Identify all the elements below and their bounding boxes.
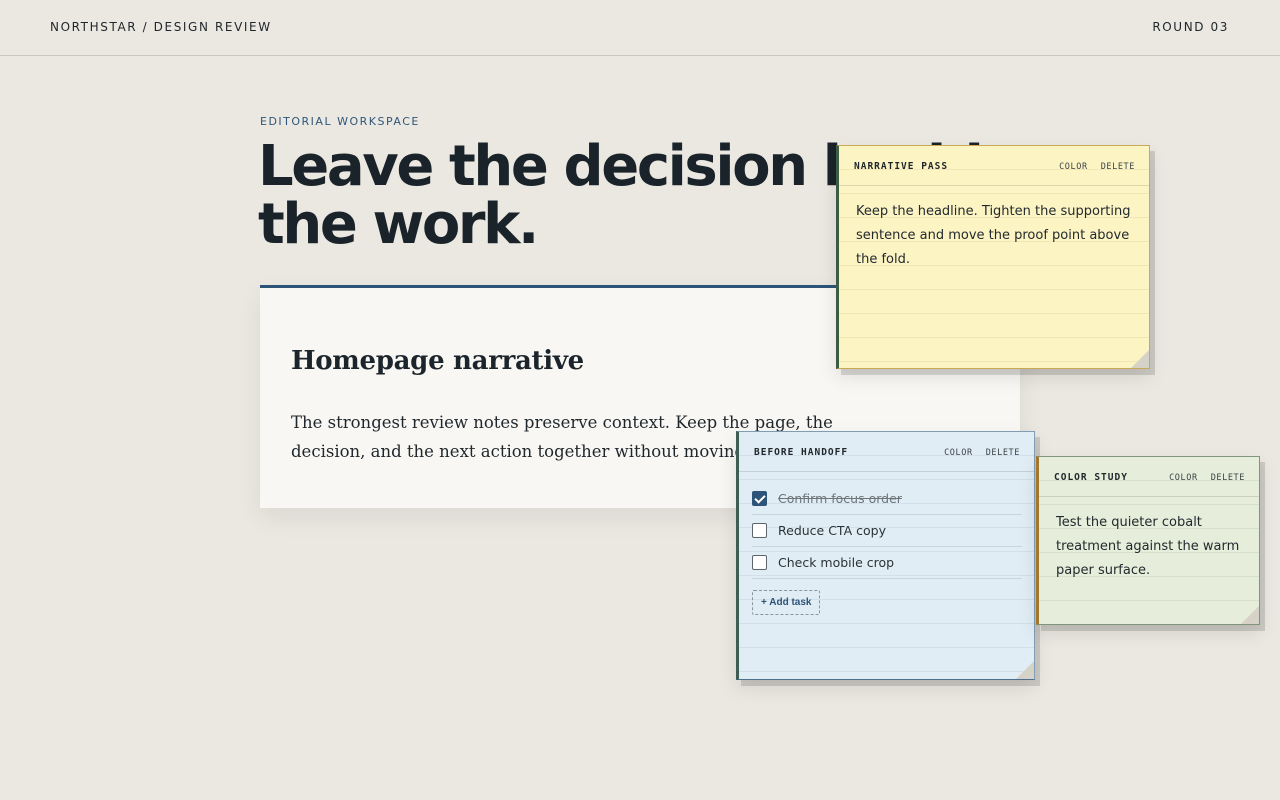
top-bar: NORTHSTAR / DESIGN REVIEW ROUND 03 xyxy=(0,0,1280,56)
add-task-button[interactable]: + Add task xyxy=(752,590,821,615)
note-delete-button[interactable]: DELETE xyxy=(1101,162,1135,172)
task-label: Confirm focus order xyxy=(778,491,902,506)
note-actions: COLOR DELETE xyxy=(1059,162,1135,172)
round-label: ROUND 03 xyxy=(1152,20,1229,34)
task-list: Confirm focus order Reduce CTA copy Chec… xyxy=(752,483,1022,579)
sticky-note-before-handoff[interactable]: BEFORE HANDOFF COLOR DELETE Confirm focu… xyxy=(736,431,1035,680)
brand-title: NORTHSTAR / DESIGN REVIEW xyxy=(50,20,272,34)
note-title: COLOR STUDY xyxy=(1054,472,1128,483)
task-checkbox[interactable] xyxy=(752,491,767,506)
task-item: Reduce CTA copy xyxy=(752,515,1022,547)
sticky-note-color-study[interactable]: COLOR STUDY COLOR DELETE Test the quiete… xyxy=(1036,456,1260,625)
note-header[interactable]: BEFORE HANDOFF COLOR DELETE xyxy=(739,432,1034,472)
note-color-button[interactable]: COLOR xyxy=(1169,473,1198,483)
task-item: Check mobile crop xyxy=(752,547,1022,579)
card-title: Homepage narrative xyxy=(291,346,584,376)
note-title: BEFORE HANDOFF xyxy=(754,447,849,458)
note-delete-button[interactable]: DELETE xyxy=(1211,473,1245,483)
note-color-button[interactable]: COLOR xyxy=(944,448,973,458)
task-item: Confirm focus order xyxy=(752,483,1022,515)
note-actions: COLOR DELETE xyxy=(944,448,1020,458)
note-text[interactable]: Keep the headline. Tighten the supportin… xyxy=(856,200,1136,272)
note-actions: COLOR DELETE xyxy=(1169,473,1245,483)
note-header[interactable]: COLOR STUDY COLOR DELETE xyxy=(1039,457,1259,497)
note-text[interactable]: Test the quieter cobalt treatment agains… xyxy=(1056,511,1246,583)
note-delete-button[interactable]: DELETE xyxy=(986,448,1020,458)
note-title: NARRATIVE PASS xyxy=(854,161,949,172)
task-checkbox[interactable] xyxy=(752,555,767,570)
note-header[interactable]: NARRATIVE PASS COLOR DELETE xyxy=(839,146,1149,186)
task-label: Check mobile crop xyxy=(778,555,895,570)
task-checkbox[interactable] xyxy=(752,523,767,538)
task-label: Reduce CTA copy xyxy=(778,523,886,538)
note-color-button[interactable]: COLOR xyxy=(1059,162,1088,172)
eyebrow-label: EDITORIAL WORKSPACE xyxy=(260,115,420,128)
sticky-note-narrative-pass[interactable]: NARRATIVE PASS COLOR DELETE Keep the hea… xyxy=(836,145,1150,369)
